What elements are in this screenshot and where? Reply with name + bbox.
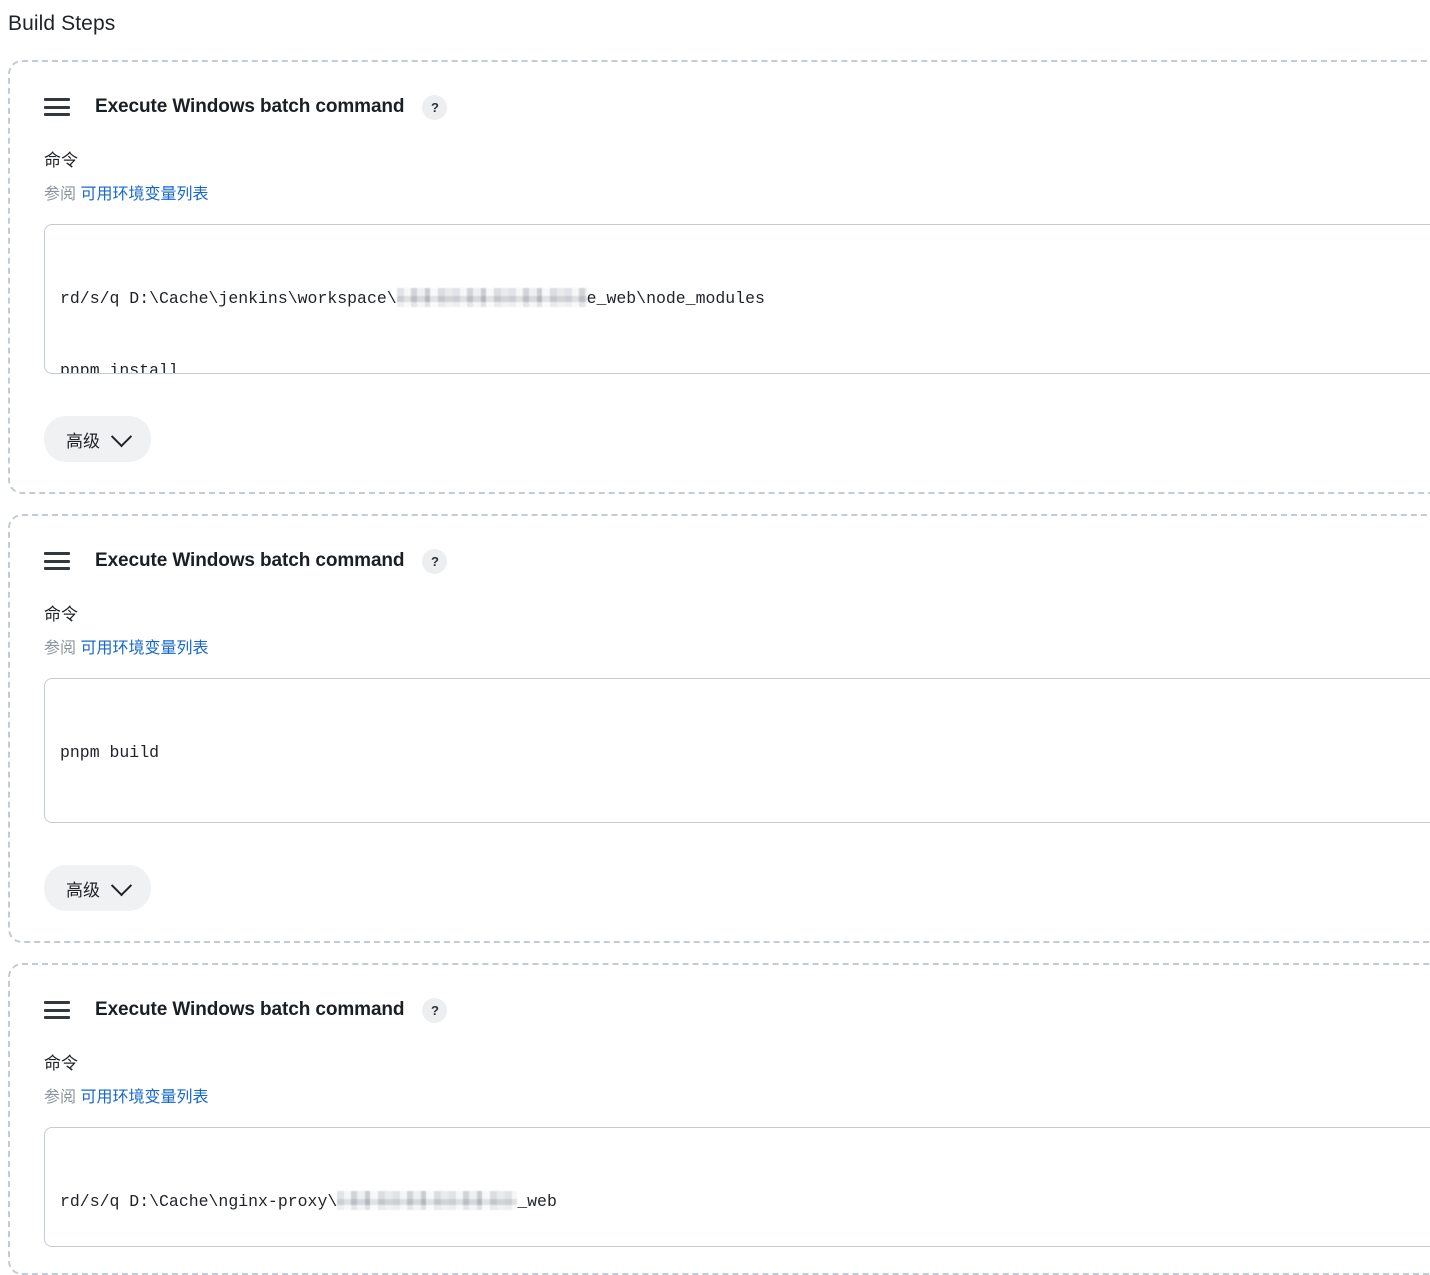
command-field-label: 命令 — [44, 151, 78, 170]
page-title: Build Steps — [8, 12, 116, 35]
command-line: rd/s/q D:\Cache\jenkins\workspace\ e_web\… — [60, 287, 1430, 311]
command-field-hint: 参阅 可用环境变量列表 — [44, 1087, 1430, 1109]
build-step-title: Execute Windows batch command — [95, 999, 405, 1020]
build-step-header: Execute Windows batch command ? — [44, 997, 1430, 1023]
drag-handle-icon[interactable] — [44, 98, 70, 116]
command-text-before: pnpm build — [60, 743, 160, 762]
hint-prefix-text: 参阅 — [44, 186, 77, 203]
env-variables-link[interactable]: 可用环境变量列表 — [80, 186, 208, 203]
help-icon[interactable]: ? — [422, 94, 448, 120]
env-variables-link[interactable]: 可用环境变量列表 — [80, 1089, 208, 1106]
build-step-title: Execute Windows batch command — [95, 96, 405, 117]
hint-prefix-text: 参阅 — [44, 640, 77, 657]
command-field-label: 命令 — [44, 1054, 78, 1073]
command-line: pnpm build — [60, 741, 1430, 765]
build-step-header: Execute Windows batch command ? — [44, 94, 1430, 120]
command-textarea[interactable]: pnpm build — [44, 678, 1430, 823]
chevron-down-icon — [110, 425, 133, 447]
build-steps-list: Execute Windows batch command ? 命令 参阅 可用… — [0, 60, 1430, 1275]
chevron-down-icon — [110, 874, 133, 896]
env-variables-link[interactable]: 可用环境变量列表 — [80, 640, 208, 657]
command-field-label: 命令 — [44, 605, 78, 624]
help-icon[interactable]: ? — [422, 548, 448, 574]
drag-handle-icon[interactable] — [44, 552, 70, 570]
command-field-hint: 参阅 可用环境变量列表 — [44, 638, 1430, 660]
command-textarea[interactable]: rd/s/q D:\Cache\nginx-proxy\_web xcopy /… — [44, 1127, 1430, 1247]
redacted-text — [337, 1191, 518, 1210]
command-text-before: rd/s/q D:\Cache\nginx-proxy\ — [60, 1192, 338, 1211]
redacted-text — [396, 288, 587, 307]
command-text-before: pnpm install — [60, 361, 179, 374]
advanced-button[interactable]: 高级 — [44, 865, 151, 911]
advanced-button[interactable]: 高级 — [44, 416, 151, 462]
command-line: rd/s/q D:\Cache\nginx-proxy\ _web — [60, 1190, 1430, 1214]
advanced-button-label: 高级 — [66, 431, 100, 451]
help-icon[interactable]: ? — [422, 997, 448, 1023]
build-step-title: Execute Windows batch command — [95, 550, 405, 571]
build-step-header: Execute Windows batch command ? — [44, 548, 1430, 574]
command-text-before: rd/s/q D:\Cache\jenkins\workspace\ — [60, 289, 397, 308]
command-textarea[interactable]: rd/s/q D:\Cache\jenkins\workspace\ e_web\… — [44, 224, 1430, 374]
command-text-after: e_web\node_modules — [586, 289, 765, 308]
advanced-button-label: 高级 — [66, 880, 100, 900]
command-line: pnpm install — [60, 359, 1430, 374]
build-step-panel[interactable]: Execute Windows batch command ? 命令 参阅 可用… — [8, 514, 1430, 943]
build-step-panel[interactable]: Execute Windows batch command ? 命令 参阅 可用… — [8, 963, 1430, 1275]
command-text-after: _web — [517, 1192, 557, 1211]
drag-handle-icon[interactable] — [44, 1001, 70, 1019]
command-field-hint: 参阅 可用环境变量列表 — [44, 184, 1430, 206]
build-step-panel[interactable]: Execute Windows batch command ? 命令 参阅 可用… — [8, 60, 1430, 494]
hint-prefix-text: 参阅 — [44, 1089, 77, 1106]
build-steps-page: Build Steps Execute Windows batch comman… — [0, 0, 1430, 1275]
